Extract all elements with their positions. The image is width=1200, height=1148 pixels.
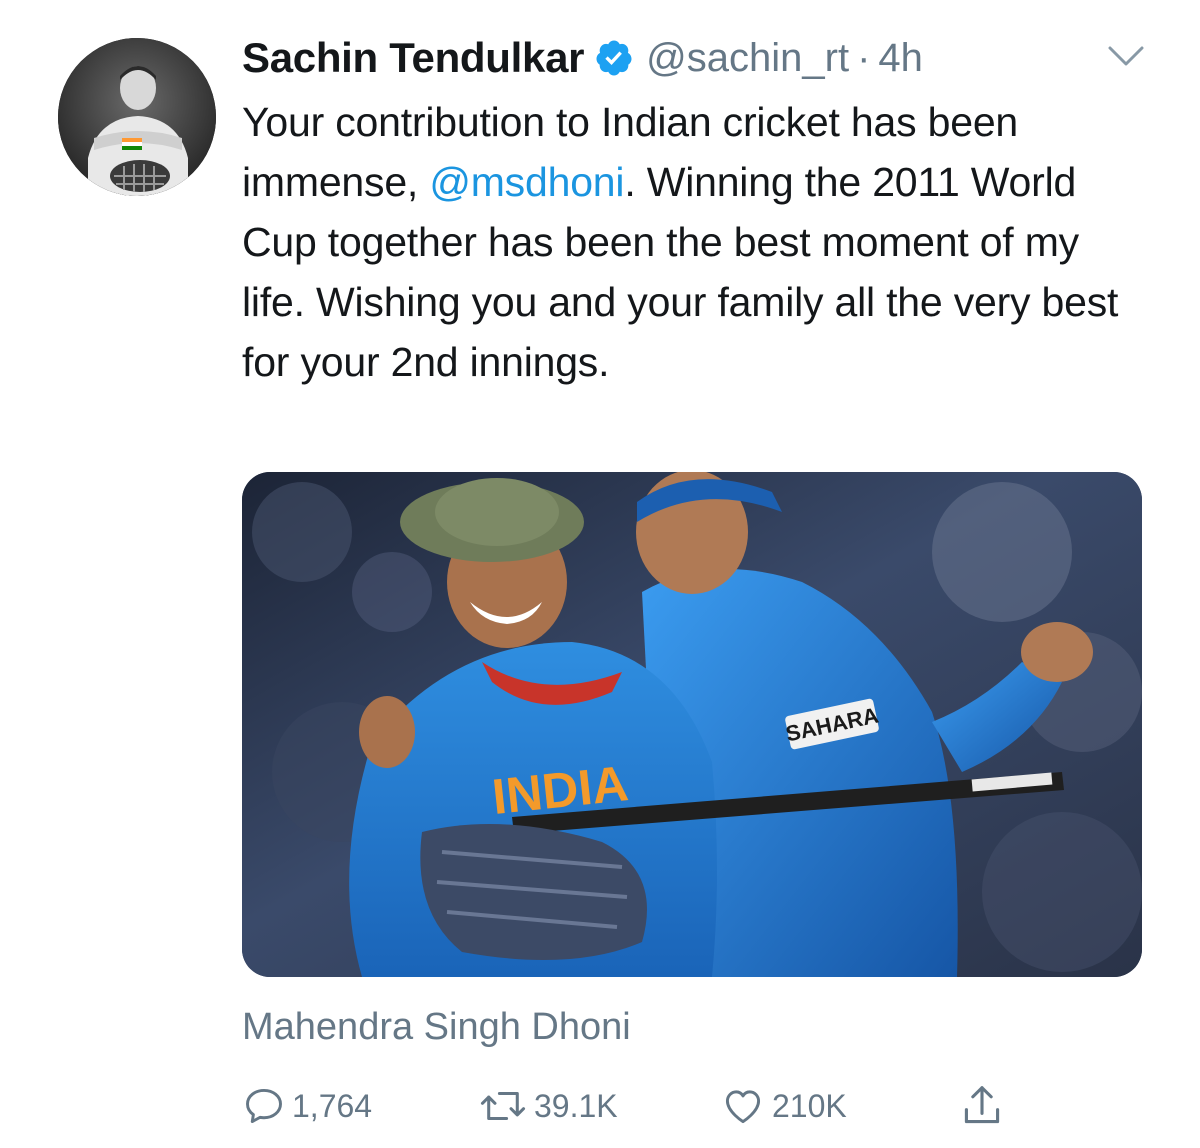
avatar-image [58, 38, 216, 196]
author-name[interactable]: Sachin Tendulkar [242, 34, 584, 82]
tweet-text: Your contribution to Indian cricket has … [242, 92, 1142, 392]
reply-button[interactable]: 1,764 [242, 1078, 372, 1134]
chevron-down-icon[interactable] [1104, 40, 1148, 72]
photo-illustration: SAHARA INDIA [242, 472, 1142, 977]
reply-icon [246, 1088, 282, 1124]
share-button[interactable] [960, 1078, 1004, 1134]
media-caption: Mahendra Singh Dhoni [242, 1006, 631, 1048]
separator-dot: · [857, 35, 871, 80]
mention-link[interactable]: @msdhoni [429, 159, 624, 205]
verified-badge-icon [594, 38, 634, 78]
reply-count: 1,764 [292, 1087, 373, 1124]
avatar[interactable] [58, 38, 216, 196]
tweet-header: Sachin Tendulkar @sachin_rt · 4h [242, 30, 923, 86]
retweet-icon [480, 1091, 526, 1121]
tweet[interactable]: Sachin Tendulkar @sachin_rt · 4h Your co… [0, 0, 1200, 1148]
retweet-button[interactable]: 39.1K [478, 1078, 618, 1134]
like-count: 210K [772, 1087, 847, 1124]
share-icon [964, 1086, 1000, 1124]
tweet-timestamp[interactable]: 4h [878, 36, 923, 81]
tweet-actions: 1,764 39.1K 210K [242, 1078, 1142, 1134]
heart-icon [725, 1090, 761, 1124]
tweet-media-photo[interactable]: SAHARA INDIA [242, 472, 1142, 977]
retweet-count: 39.1K [534, 1087, 618, 1124]
author-handle[interactable]: @sachin_rt [646, 36, 849, 81]
like-button[interactable]: 210K [720, 1078, 847, 1134]
